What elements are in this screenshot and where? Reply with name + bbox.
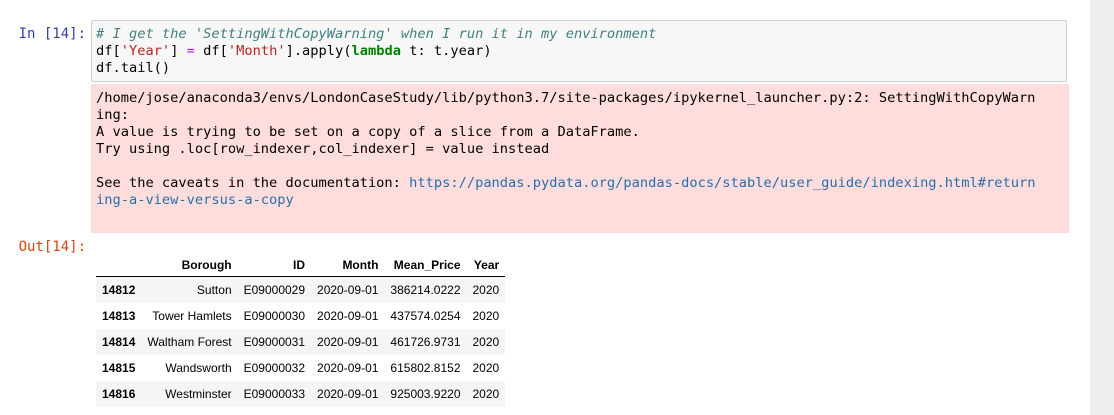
table-row: 14813 Tower Hamlets E09000030 2020-09-01… [96,303,505,329]
cell-month: 2020-09-01 [317,335,379,349]
row-index: 14813 [102,309,136,323]
cell-month: 2020-09-01 [317,309,379,323]
input-prompt: In [14]: [18,26,86,42]
cell-id: E09000031 [243,335,306,349]
column-header: Year [466,253,506,277]
cell-borough: Westminster [165,387,232,401]
cell-year: 2020 [472,283,500,297]
table-header-row: Borough ID Month Mean_Price Year [96,253,506,277]
code-operator: = [186,43,195,59]
cell-id: E09000029 [243,283,306,297]
cell-mean-price: 437574.0254 [390,309,461,323]
code-string: 'Month' [227,43,286,59]
cell-mean-price: 925003.9220 [390,387,461,401]
code-comment: # I get the 'SettingWithCopyWarning' whe… [96,26,657,42]
code-token: ].apply( [285,43,352,59]
code-token: t: t.year) [400,43,492,59]
row-index: 14816 [102,387,136,401]
cell-id: E09000033 [243,387,306,401]
cell-year: 2020 [472,361,500,375]
row-index: 14815 [102,361,136,375]
row-index: 14812 [102,283,136,297]
code-token: ] [170,43,187,59]
code-token: df[ [96,43,121,59]
warning-line: ing: [96,107,129,123]
code-line: df.tail() [96,60,171,76]
cell-borough: Tower Hamlets [152,309,232,323]
table-row: 14815 Wandsworth E09000032 2020-09-01 61… [96,355,505,381]
dataframe-table: Borough ID Month Mean_Price Year 14812 S… [96,253,506,407]
cell-id: E09000030 [243,309,306,323]
code-token: df[ [194,43,228,59]
warning-line: See the caveats in the documentation: [96,175,410,191]
table-row: 14814 Waltham Forest E09000031 2020-09-0… [96,329,506,355]
code-keyword: lambda [351,43,401,59]
column-header: Mean_Price [384,253,467,277]
cell-month: 2020-09-01 [317,361,379,375]
code-cell-editor[interactable]: # I get the 'SettingWithCopyWarning' whe… [91,20,1067,82]
row-index: 14814 [102,335,136,349]
warning-line: Try using .loc[row_indexer,col_indexer] … [96,141,550,157]
notebook-scroll-gutter[interactable] [1090,0,1114,415]
table-row: 14812 Sutton E09000029 2020-09-01 386214… [96,276,506,303]
cell-borough: Waltham Forest [147,335,232,349]
cell-year: 2020 [472,387,500,401]
cell-borough: Wandsworth [165,361,232,375]
docs-link-continued[interactable]: ing-a-view-versus-a-copy [96,192,294,208]
column-header: ID [237,253,312,277]
table-row: 14816 Westminster E09000033 2020-09-01 9… [96,381,506,407]
cell-mean-price: 461726.9731 [390,335,461,349]
column-header: Month [311,253,385,277]
cell-id: E09000032 [243,361,306,375]
output-prompt: Out[14]: [18,239,86,255]
stderr-warning-output: /home/jose/anaconda3/envs/LondonCaseStud… [91,84,1069,233]
cell-year: 2020 [472,335,500,349]
docs-link[interactable]: https://pandas.pydata.org/pandas-docs/st… [409,175,1035,191]
cell-mean-price: 386214.0222 [390,283,461,297]
cell-mean-price: 615802.8152 [390,361,461,375]
code-string: 'Year' [120,43,171,59]
warning-line: /home/jose/anaconda3/envs/LondonCaseStud… [96,90,1036,106]
column-header: Borough [141,253,238,277]
cell-month: 2020-09-01 [317,387,379,401]
warning-line: A value is trying to be set on a copy of… [96,124,640,140]
column-header [96,253,142,277]
cell-month: 2020-09-01 [317,283,379,297]
cell-borough: Sutton [196,283,232,297]
cell-year: 2020 [472,309,500,323]
